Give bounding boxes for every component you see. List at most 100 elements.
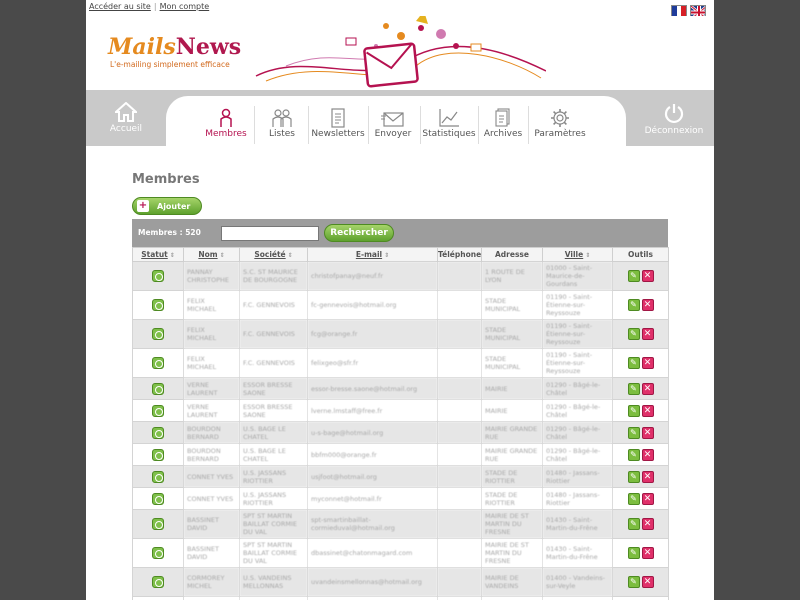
edit-icon[interactable]: ✎ bbox=[627, 270, 640, 282]
delete-icon[interactable]: ✕ bbox=[641, 576, 654, 588]
add-member-label: Ajouter bbox=[157, 201, 191, 211]
cell-adresse bbox=[481, 596, 543, 600]
delete-icon[interactable]: ✕ bbox=[641, 470, 654, 483]
edit-icon[interactable]: ✎ bbox=[627, 547, 640, 559]
status-cell bbox=[132, 538, 184, 568]
edit-icon[interactable]: ✎ bbox=[627, 518, 640, 530]
cell-email: fc-gennevois@hotmail.org bbox=[307, 290, 438, 320]
status-icon[interactable] bbox=[152, 270, 164, 282]
nav-logout-label: Déconnexion bbox=[644, 126, 704, 136]
cell-email: spt-smartinbaillat-cormieduval@hotmail.o… bbox=[307, 509, 438, 539]
nav-logout[interactable]: Déconnexion bbox=[634, 96, 714, 146]
status-icon[interactable] bbox=[152, 448, 164, 461]
cell-tel bbox=[437, 538, 482, 568]
cell-adresse: STADE MUNICIPAL bbox=[481, 290, 543, 320]
col-email[interactable]: E-mail ⇕ bbox=[307, 247, 438, 262]
col-societe[interactable]: Société ⇕ bbox=[239, 247, 308, 262]
edit-icon[interactable]: ✎ bbox=[627, 299, 640, 311]
site-link[interactable]: Accéder au site bbox=[89, 2, 151, 11]
table-row: FELIX MICHAEL F.C. GENNEVOIS fc-gennevois@… bbox=[132, 290, 669, 320]
delete-icon[interactable]: ✕ bbox=[641, 270, 654, 282]
cell-email: bbfm000@orange.fr bbox=[307, 443, 438, 466]
nav-statistiques[interactable]: Statistiques bbox=[422, 108, 476, 148]
add-member-button[interactable]: + Ajouter bbox=[132, 197, 202, 215]
status-cell bbox=[132, 377, 184, 400]
delete-icon[interactable]: ✕ bbox=[641, 382, 654, 395]
col-statut[interactable]: Statut ⇕ bbox=[132, 247, 184, 262]
cell-societe: ESSOR BRESSE SAONE bbox=[239, 377, 308, 400]
nav-listes[interactable]: Listes bbox=[261, 108, 303, 148]
cell-adresse: STADE DE RIOTTIER bbox=[481, 487, 543, 510]
status-icon[interactable] bbox=[152, 299, 164, 311]
cell-tel bbox=[437, 261, 482, 291]
edit-icon[interactable]: ✎ bbox=[627, 426, 640, 439]
delete-icon[interactable]: ✕ bbox=[641, 547, 654, 559]
cell-tel bbox=[437, 290, 482, 320]
status-icon[interactable] bbox=[152, 426, 164, 439]
col-nom[interactable]: Nom ⇕ bbox=[183, 247, 240, 262]
cell-societe: U.S. VANDEINS MELLONNAS bbox=[239, 567, 308, 597]
edit-icon[interactable]: ✎ bbox=[627, 357, 640, 369]
cell-nom: FELIX MICHAEL bbox=[183, 319, 240, 349]
delete-icon[interactable]: ✕ bbox=[641, 518, 654, 530]
delete-icon[interactable]: ✕ bbox=[641, 448, 654, 461]
tools-cell: ✎✕ bbox=[612, 319, 669, 349]
account-link[interactable]: Mon compte bbox=[160, 2, 210, 11]
cell-email: dbassinet@chatonmagard.com bbox=[307, 538, 438, 568]
nav-membres[interactable]: Membres bbox=[204, 108, 248, 148]
cell-societe: SPT ST MARTIN BAILLAT CORMIE DU VAL bbox=[239, 538, 308, 568]
edit-icon[interactable]: ✎ bbox=[627, 448, 640, 461]
delete-icon[interactable]: ✕ bbox=[641, 492, 654, 505]
table-row: VERNE LAURENT ESSOR BRESSE SAONE essor-bre… bbox=[132, 377, 669, 400]
edit-icon[interactable]: ✎ bbox=[627, 404, 640, 417]
nav-home-label: Accueil bbox=[109, 124, 143, 134]
cell-nom: FELIX MICHAEL bbox=[183, 348, 240, 378]
members-table: Statut ⇕ Nom ⇕ Société ⇕ E-mail ⇕ Téléphone … bbox=[132, 247, 669, 600]
search-button[interactable]: Rechercher bbox=[324, 224, 394, 242]
cell-ville: 01190 - Saint-Étienne-sur-Reyssouze bbox=[542, 348, 613, 378]
nav-home[interactable]: Accueil bbox=[86, 96, 166, 146]
cell-ville: 01290 - Bâgé-le-Châtel bbox=[542, 443, 613, 466]
cell-nom: BASSINET DAVID bbox=[183, 538, 240, 568]
chart-icon bbox=[439, 109, 459, 127]
cell-societe: U.S. BAGE LE CHATEL bbox=[239, 443, 308, 466]
header: MailsNews L'e-mailing simplement efficac… bbox=[86, 16, 714, 106]
cell-ville: 01480 - Jassans-Riottier bbox=[542, 487, 613, 510]
col-ville[interactable]: Ville ⇕ bbox=[542, 247, 613, 262]
status-icon[interactable] bbox=[152, 547, 164, 559]
edit-icon[interactable]: ✎ bbox=[627, 328, 640, 340]
nav-archives[interactable]: Archives bbox=[482, 108, 524, 148]
delete-icon[interactable]: ✕ bbox=[641, 357, 654, 369]
status-icon[interactable] bbox=[152, 576, 164, 588]
edit-icon[interactable]: ✎ bbox=[627, 470, 640, 483]
cell-tel bbox=[437, 421, 482, 444]
status-icon[interactable] bbox=[152, 518, 164, 530]
page-title: Membres bbox=[132, 172, 200, 187]
status-icon[interactable] bbox=[152, 328, 164, 340]
status-icon[interactable] bbox=[152, 404, 164, 417]
search-input[interactable] bbox=[221, 226, 319, 241]
delete-icon[interactable]: ✕ bbox=[641, 426, 654, 439]
cell-adresse: MAIRIE DE VANDEINS bbox=[481, 567, 543, 597]
status-icon[interactable] bbox=[152, 382, 164, 395]
nav-envoyer[interactable]: Envoyer bbox=[372, 108, 414, 148]
nav-newsletters[interactable]: Newsletters bbox=[310, 108, 366, 148]
logo: MailsNews L'e-mailing simplement efficac… bbox=[108, 34, 242, 69]
status-icon[interactable] bbox=[152, 357, 164, 369]
cell-tel bbox=[437, 509, 482, 539]
status-icon[interactable] bbox=[152, 492, 164, 505]
edit-icon[interactable]: ✎ bbox=[627, 492, 640, 505]
cell-tel bbox=[437, 377, 482, 400]
delete-icon[interactable]: ✕ bbox=[641, 299, 654, 311]
delete-icon[interactable]: ✕ bbox=[641, 404, 654, 417]
delete-icon[interactable]: ✕ bbox=[641, 328, 654, 340]
edit-icon[interactable]: ✎ bbox=[627, 576, 640, 588]
cell-societe: F.C. GENNEVOIS bbox=[239, 290, 308, 320]
cell-email: uvandeinsmellonnas@hotmail.org bbox=[307, 567, 438, 597]
tools-cell: ✎✕ bbox=[612, 443, 669, 466]
status-icon[interactable] bbox=[152, 470, 164, 483]
search-bar: Membres : 520 Rechercher bbox=[132, 219, 668, 247]
nav-parametres[interactable]: Paramètres bbox=[532, 108, 588, 148]
cell-email: felixgeo@sfr.fr bbox=[307, 348, 438, 378]
edit-icon[interactable]: ✎ bbox=[627, 382, 640, 395]
